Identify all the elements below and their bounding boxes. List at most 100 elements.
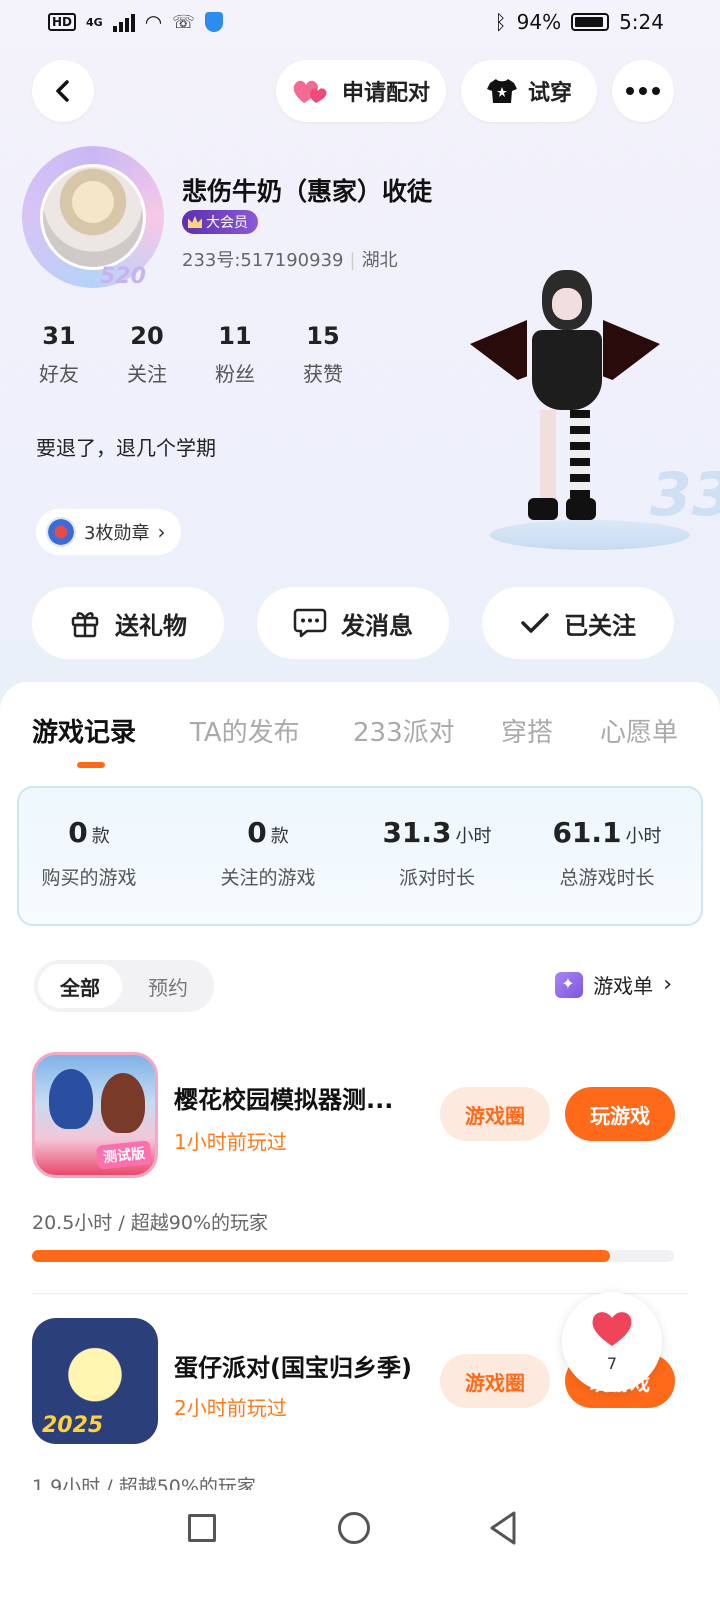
character-striped-leg bbox=[570, 410, 590, 510]
wifi-icon: ◠ bbox=[144, 10, 163, 34]
tab-indicator bbox=[77, 762, 105, 768]
game-last-played: 2小时前玩过 bbox=[174, 1396, 287, 1420]
tab-outfits[interactable]: 穿搭 bbox=[501, 712, 553, 749]
message-icon bbox=[293, 608, 327, 638]
medals-button[interactable]: 3枚勋章 › bbox=[36, 509, 182, 555]
clock: 5:24 bbox=[619, 10, 664, 34]
send-gift-button[interactable]: 送礼物 bbox=[32, 587, 224, 659]
chevron-right-icon: › bbox=[663, 972, 672, 997]
profile-bio: 要退了，退几个学期 bbox=[36, 436, 216, 460]
hd-indicator: HD bbox=[48, 13, 77, 31]
user-id: 233号:517190939 bbox=[182, 250, 344, 271]
battery-icon bbox=[571, 13, 610, 31]
recent-apps-icon[interactable] bbox=[188, 1514, 216, 1542]
bluetooth-icon: ᛒ bbox=[494, 10, 507, 34]
game-icon-tag: 测试版 bbox=[95, 1140, 153, 1170]
sparkle-icon bbox=[555, 971, 584, 998]
send-message-label: 发消息 bbox=[341, 611, 413, 640]
stat-label: 关注 bbox=[127, 362, 167, 386]
character-platform-badge: 33 bbox=[650, 460, 720, 530]
filter-all[interactable]: 全部 bbox=[38, 964, 122, 1008]
game-art-character bbox=[101, 1073, 145, 1133]
stat-fans[interactable]: 11 粉丝 bbox=[200, 322, 270, 387]
medals-label: 3枚勋章 bbox=[84, 523, 150, 544]
game-circle-button[interactable]: 游戏圈 bbox=[440, 1354, 550, 1408]
summary-value: 61.1 bbox=[552, 816, 622, 849]
tab-wishlist[interactable]: 心愿单 bbox=[600, 712, 678, 749]
chevron-left-icon bbox=[56, 80, 69, 102]
game-list-link[interactable]: 游戏单 › bbox=[555, 970, 672, 999]
game-title[interactable]: 蛋仔派对(国宝归乡季) bbox=[174, 1348, 412, 1383]
summary-value: 0 bbox=[247, 816, 267, 849]
check-icon bbox=[521, 613, 549, 633]
summary-followed-games: 0款 关注的游戏 bbox=[183, 816, 353, 890]
avatar-frame-badge: 520 bbox=[100, 264, 146, 289]
filter-reserved[interactable]: 预约 bbox=[126, 964, 210, 1008]
game-list-label: 游戏单 bbox=[593, 974, 654, 998]
back-button[interactable] bbox=[32, 60, 94, 122]
missed-call-icon: ☏ bbox=[172, 11, 195, 33]
stat-label: 好友 bbox=[39, 362, 79, 386]
vip-label: 大会员 bbox=[206, 215, 248, 231]
character-shoe bbox=[566, 498, 596, 520]
back-icon[interactable] bbox=[488, 1510, 518, 1546]
game-icon[interactable]: 2025 bbox=[32, 1318, 158, 1444]
play-game-button[interactable]: 玩游戏 bbox=[565, 1087, 675, 1141]
try-on-label: 试穿 bbox=[527, 81, 572, 106]
avatar[interactable]: 520 bbox=[22, 146, 164, 294]
followed-label: 已关注 bbox=[564, 611, 636, 640]
character-avatar[interactable]: 33 bbox=[470, 250, 720, 550]
send-message-button[interactable]: 发消息 bbox=[257, 587, 449, 659]
summary-unit: 小时 bbox=[625, 826, 662, 847]
more-button[interactable] bbox=[612, 60, 674, 122]
stat-value: 11 bbox=[218, 322, 252, 350]
game-progress-bar bbox=[32, 1250, 674, 1262]
summary-value: 31.3 bbox=[382, 816, 452, 849]
crown-icon bbox=[188, 216, 202, 228]
game-progress-fill bbox=[32, 1250, 610, 1262]
summary-label: 总游戏时长 bbox=[559, 867, 655, 889]
more-dots-icon bbox=[626, 87, 660, 95]
game-play-stat: 20.5小时 / 超越90%的玩家 bbox=[32, 1212, 269, 1234]
summary-unit: 款 bbox=[270, 826, 289, 847]
status-bar: HD 4G ◠ ☏ ᛒ 94% 5:24 bbox=[0, 0, 720, 48]
like-count: 7 bbox=[606, 1354, 618, 1373]
followed-button[interactable]: 已关注 bbox=[482, 587, 674, 659]
double-heart-icon bbox=[293, 80, 327, 103]
stat-likes[interactable]: 15 获赞 bbox=[288, 322, 358, 387]
character-leg bbox=[540, 410, 556, 510]
avatar-image bbox=[40, 164, 146, 270]
tab-party[interactable]: 233派对 bbox=[353, 712, 455, 749]
user-id-line: 233号:517190939 | 湖北 bbox=[182, 250, 398, 271]
battery-percent: 94% bbox=[516, 10, 562, 34]
medal-icon bbox=[46, 517, 76, 547]
summary-total-time: 61.1 小时 总游戏时长 bbox=[522, 816, 692, 890]
summary-value: 0 bbox=[68, 816, 88, 849]
game-icon[interactable]: 测试版 bbox=[32, 1052, 158, 1178]
stat-friends[interactable]: 31 好友 bbox=[24, 322, 94, 387]
pair-request-label: 申请配对 bbox=[341, 81, 430, 106]
game-title[interactable]: 樱花校园模拟器测... bbox=[174, 1080, 393, 1115]
home-icon[interactable] bbox=[338, 1512, 370, 1544]
gift-icon bbox=[71, 612, 99, 638]
summary-label: 购买的游戏 bbox=[41, 867, 137, 889]
heart-icon bbox=[592, 1312, 632, 1346]
stat-label: 粉丝 bbox=[215, 362, 255, 386]
try-on-button[interactable]: 试穿 bbox=[461, 60, 597, 122]
like-button[interactable]: 7 bbox=[562, 1292, 662, 1392]
character-face bbox=[552, 288, 582, 320]
stat-following[interactable]: 20 关注 bbox=[112, 322, 182, 387]
summary-label: 派对时长 bbox=[398, 867, 475, 889]
system-nav-bar bbox=[0, 1490, 720, 1600]
tab-posts[interactable]: TA的发布 bbox=[190, 712, 300, 749]
pair-request-button[interactable]: 申请配对 bbox=[276, 60, 446, 122]
summary-purchased: 0款 购买的游戏 bbox=[4, 816, 174, 890]
game-circle-button[interactable]: 游戏圈 bbox=[440, 1087, 550, 1141]
game-art-character bbox=[49, 1069, 93, 1129]
location: 湖北 bbox=[361, 250, 398, 271]
vip-badge[interactable]: 大会员 bbox=[182, 210, 258, 234]
character-dress bbox=[532, 330, 602, 410]
tab-game-records[interactable]: 游戏记录 bbox=[32, 712, 136, 749]
stat-label: 获赞 bbox=[303, 362, 343, 386]
summary-label: 关注的游戏 bbox=[220, 867, 316, 889]
